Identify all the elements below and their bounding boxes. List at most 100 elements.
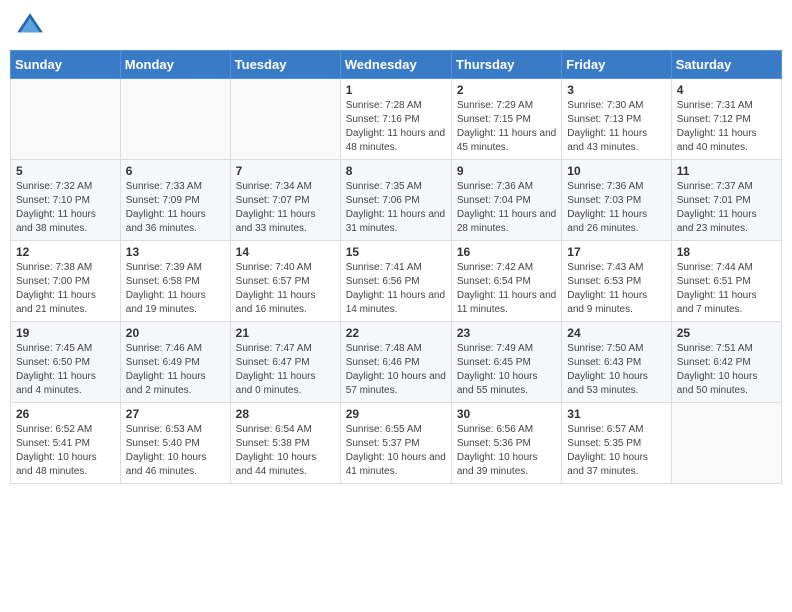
calendar-cell: 1 Sunrise: 7:28 AMSunset: 7:16 PMDaylight…	[340, 79, 451, 160]
day-number: 25	[677, 326, 776, 340]
day-info: Sunrise: 7:28 AMSunset: 7:16 PMDaylight:…	[346, 99, 446, 155]
day-number: 6	[126, 164, 225, 178]
day-number: 16	[457, 245, 556, 259]
day-number: 11	[677, 164, 776, 178]
day-info: Sunrise: 7:36 AMSunset: 7:03 PMDaylight:…	[567, 180, 665, 236]
calendar-header-saturday: Saturday	[671, 51, 781, 79]
calendar-header-friday: Friday	[562, 51, 671, 79]
day-info: Sunrise: 6:55 AMSunset: 5:37 PMDaylight:…	[346, 423, 446, 479]
day-info: Sunrise: 7:44 AMSunset: 6:51 PMDaylight:…	[677, 261, 776, 317]
day-info: Sunrise: 7:39 AMSunset: 6:58 PMDaylight:…	[126, 261, 225, 317]
day-info: Sunrise: 7:41 AMSunset: 6:56 PMDaylight:…	[346, 261, 446, 317]
calendar-header-monday: Monday	[120, 51, 230, 79]
day-number: 15	[346, 245, 446, 259]
calendar-cell: 28Sunrise: 6:54 AMSunset: 5:38 PMDayligh…	[230, 403, 340, 484]
calendar-cell: 18 Sunrise: 7:44 AMSunset: 6:51 PMDayligh…	[671, 241, 781, 322]
calendar-cell: 9 Sunrise: 7:36 AMSunset: 7:04 PMDaylight…	[451, 160, 561, 241]
calendar-cell: 25 Sunrise: 7:51 AMSunset: 6:42 PMDayligh…	[671, 322, 781, 403]
day-info: Sunrise: 7:43 AMSunset: 6:53 PMDaylight:…	[567, 261, 665, 317]
day-number: 18	[677, 245, 776, 259]
calendar-cell: 4 Sunrise: 7:31 AMSunset: 7:12 PMDaylight…	[671, 79, 781, 160]
day-number: 20	[126, 326, 225, 340]
calendar-cell: 16 Sunrise: 7:42 AMSunset: 6:54 PMDayligh…	[451, 241, 561, 322]
day-number: 8	[346, 164, 446, 178]
calendar-cell: 27Sunrise: 6:53 AMSunset: 5:40 PMDayligh…	[120, 403, 230, 484]
calendar-cell: 30 Sunrise: 6:56 AMSunset: 5:36 PMDayligh…	[451, 403, 561, 484]
day-number: 17	[567, 245, 665, 259]
calendar-cell: 2Sunrise: 7:29 AMSunset: 7:15 PMDaylight…	[451, 79, 561, 160]
day-number: 26	[16, 407, 115, 421]
calendar-cell: 13 Sunrise: 7:39 AMSunset: 6:58 PMDayligh…	[120, 241, 230, 322]
calendar-cell	[11, 79, 121, 160]
day-info: Sunrise: 7:46 AMSunset: 6:49 PMDaylight:…	[126, 342, 225, 398]
day-number: 3	[567, 83, 665, 97]
day-info: Sunrise: 7:37 AMSunset: 7:01 PMDaylight:…	[677, 180, 776, 236]
day-number: 14	[236, 245, 335, 259]
logo	[14, 10, 50, 42]
day-number: 10	[567, 164, 665, 178]
calendar-cell: 12 Sunrise: 7:38 AMSunset: 7:00 PMDayligh…	[11, 241, 121, 322]
day-info: Sunrise: 7:42 AMSunset: 6:54 PMDaylight:…	[457, 261, 556, 317]
day-info: Sunrise: 7:33 AMSunset: 7:09 PMDaylight:…	[126, 180, 225, 236]
day-number: 30	[457, 407, 556, 421]
day-number: 1	[346, 83, 446, 97]
day-number: 5	[16, 164, 115, 178]
day-number: 29	[346, 407, 446, 421]
calendar-cell: 21 Sunrise: 7:47 AMSunset: 6:47 PMDayligh…	[230, 322, 340, 403]
day-info: Sunrise: 7:47 AMSunset: 6:47 PMDaylight:…	[236, 342, 335, 398]
calendar-cell: 23 Sunrise: 7:49 AMSunset: 6:45 PMDayligh…	[451, 322, 561, 403]
calendar-header-thursday: Thursday	[451, 51, 561, 79]
day-info: Sunrise: 7:50 AMSunset: 6:43 PMDaylight:…	[567, 342, 665, 398]
day-number: 31	[567, 407, 665, 421]
day-number: 23	[457, 326, 556, 340]
calendar-cell: 26 Sunrise: 6:52 AMSunset: 5:41 PMDayligh…	[11, 403, 121, 484]
day-number: 9	[457, 164, 556, 178]
calendar-cell: 24 Sunrise: 7:50 AMSunset: 6:43 PMDayligh…	[562, 322, 671, 403]
calendar-cell: 11 Sunrise: 7:37 AMSunset: 7:01 PMDayligh…	[671, 160, 781, 241]
calendar-header-tuesday: Tuesday	[230, 51, 340, 79]
calendar-cell: 6 Sunrise: 7:33 AMSunset: 7:09 PMDaylight…	[120, 160, 230, 241]
calendar-cell: 31Sunrise: 6:57 AMSunset: 5:35 PMDayligh…	[562, 403, 671, 484]
day-number: 27	[126, 407, 225, 421]
day-info: Sunrise: 7:38 AMSunset: 7:00 PMDaylight:…	[16, 261, 115, 317]
day-info: Sunrise: 7:40 AMSunset: 6:57 PMDaylight:…	[236, 261, 335, 317]
day-info: Sunrise: 7:31 AMSunset: 7:12 PMDaylight:…	[677, 99, 776, 155]
day-info: Sunrise: 6:52 AMSunset: 5:41 PMDaylight:…	[16, 423, 115, 479]
calendar-table: SundayMondayTuesdayWednesdayThursdayFrid…	[10, 50, 782, 484]
calendar-cell	[120, 79, 230, 160]
calendar-cell	[671, 403, 781, 484]
calendar-week-4: 19 Sunrise: 7:45 AMSunset: 6:50 PMDayligh…	[11, 322, 782, 403]
calendar-cell: 7Sunrise: 7:34 AMSunset: 7:07 PMDaylight…	[230, 160, 340, 241]
page-header	[10, 10, 782, 42]
day-number: 22	[346, 326, 446, 340]
day-number: 19	[16, 326, 115, 340]
logo-icon	[14, 10, 46, 42]
calendar-week-1: 1 Sunrise: 7:28 AMSunset: 7:16 PMDaylight…	[11, 79, 782, 160]
calendar-header-row: SundayMondayTuesdayWednesdayThursdayFrid…	[11, 51, 782, 79]
day-number: 12	[16, 245, 115, 259]
day-info: Sunrise: 7:36 AMSunset: 7:04 PMDaylight:…	[457, 180, 556, 236]
day-info: Sunrise: 7:35 AMSunset: 7:06 PMDaylight:…	[346, 180, 446, 236]
day-number: 21	[236, 326, 335, 340]
calendar-header-sunday: Sunday	[11, 51, 121, 79]
day-number: 24	[567, 326, 665, 340]
day-info: Sunrise: 7:45 AMSunset: 6:50 PMDaylight:…	[16, 342, 115, 398]
calendar-week-3: 12 Sunrise: 7:38 AMSunset: 7:00 PMDayligh…	[11, 241, 782, 322]
calendar-cell: 20 Sunrise: 7:46 AMSunset: 6:49 PMDayligh…	[120, 322, 230, 403]
calendar-cell: 10 Sunrise: 7:36 AMSunset: 7:03 PMDayligh…	[562, 160, 671, 241]
day-number: 13	[126, 245, 225, 259]
calendar-week-2: 5Sunrise: 7:32 AMSunset: 7:10 PMDaylight…	[11, 160, 782, 241]
calendar-cell: 3Sunrise: 7:30 AMSunset: 7:13 PMDaylight…	[562, 79, 671, 160]
day-number: 4	[677, 83, 776, 97]
day-number: 2	[457, 83, 556, 97]
day-info: Sunrise: 6:54 AMSunset: 5:38 PMDaylight:…	[236, 423, 335, 479]
day-info: Sunrise: 6:56 AMSunset: 5:36 PMDaylight:…	[457, 423, 556, 479]
calendar-cell: 8 Sunrise: 7:35 AMSunset: 7:06 PMDaylight…	[340, 160, 451, 241]
calendar-week-5: 26 Sunrise: 6:52 AMSunset: 5:41 PMDayligh…	[11, 403, 782, 484]
calendar-cell: 17 Sunrise: 7:43 AMSunset: 6:53 PMDayligh…	[562, 241, 671, 322]
day-info: Sunrise: 7:51 AMSunset: 6:42 PMDaylight:…	[677, 342, 776, 398]
calendar-cell: 29 Sunrise: 6:55 AMSunset: 5:37 PMDayligh…	[340, 403, 451, 484]
day-info: Sunrise: 7:49 AMSunset: 6:45 PMDaylight:…	[457, 342, 556, 398]
calendar-cell: 15 Sunrise: 7:41 AMSunset: 6:56 PMDayligh…	[340, 241, 451, 322]
calendar-cell: 22Sunrise: 7:48 AMSunset: 6:46 PMDayligh…	[340, 322, 451, 403]
